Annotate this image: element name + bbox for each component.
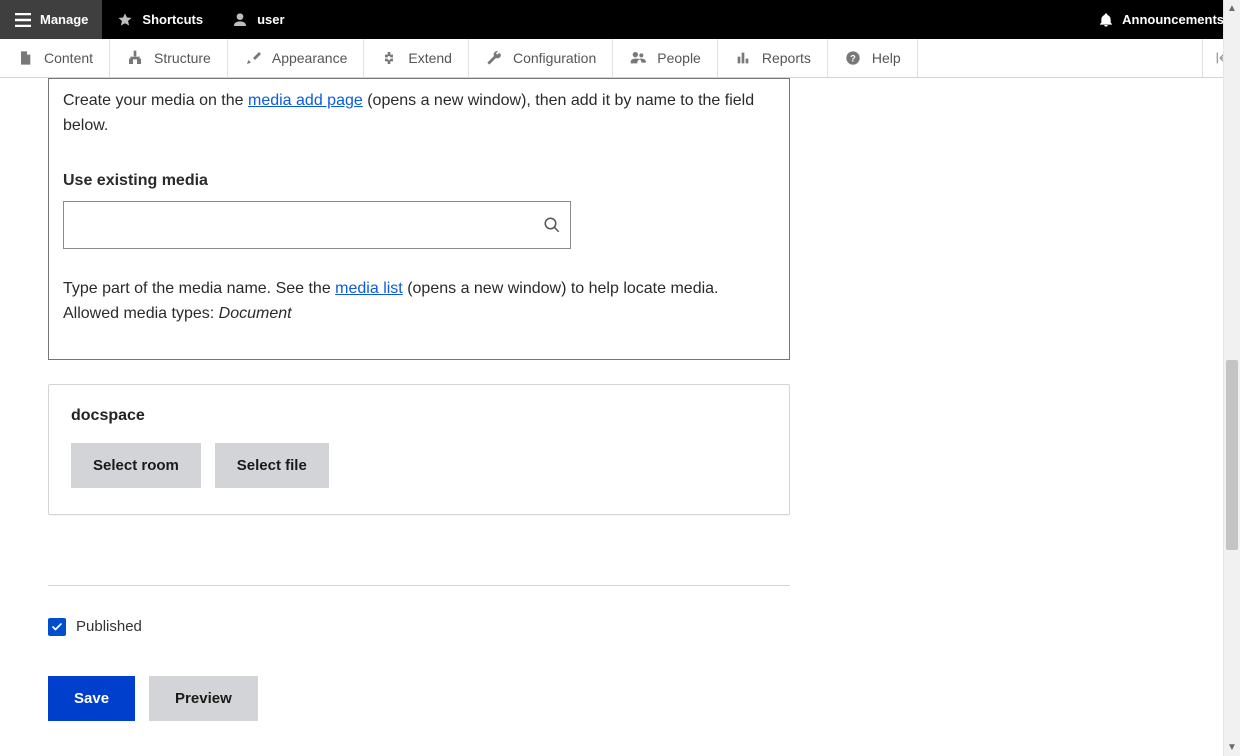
svg-text:?: ? [850,53,856,63]
section-divider [48,585,790,586]
media-search-input[interactable] [63,201,571,249]
user-icon [231,11,249,29]
bell-icon [1098,12,1114,28]
menu-people[interactable]: People [613,39,718,77]
menu-configuration-label: Configuration [513,50,596,66]
media-fieldset: Create your media on the media add page … [48,78,790,360]
reports-icon [734,49,752,67]
docspace-fieldset: docspace Select room Select file [48,384,790,515]
menu-extend-label: Extend [408,50,452,66]
window-scrollbar[interactable]: ▲ ▼ [1223,0,1240,756]
docspace-title: docspace [71,407,767,425]
media-allowed-prefix: Allowed media types: [63,305,219,322]
help-icon: ? [844,49,862,67]
menu-people-label: People [657,50,701,66]
shortcuts-tab[interactable]: Shortcuts [102,0,217,39]
menu-appearance[interactable]: Appearance [228,39,365,77]
media-help-prefix: Type part of the media name. See the [63,280,335,297]
save-button[interactable]: Save [48,676,135,721]
preview-button[interactable]: Preview [149,676,258,721]
menu-extend[interactable]: Extend [364,39,469,77]
wrench-icon [485,49,503,67]
use-existing-media-label: Use existing media [63,169,775,194]
media-intro-prefix: Create your media on the [63,92,248,109]
manage-label: Manage [40,12,88,27]
hamburger-icon [14,11,32,29]
media-help-suffix: (opens a new window) to help locate medi… [403,280,719,297]
menu-structure[interactable]: Structure [110,39,228,77]
action-row: Save Preview [48,676,790,721]
media-allowed-value: Document [219,305,292,322]
media-help: Type part of the media name. See the med… [63,277,775,327]
scrollbar-down-arrow[interactable]: ▼ [1224,739,1240,756]
scrollbar-thumb[interactable] [1226,360,1238,550]
check-icon [51,621,63,633]
menu-configuration[interactable]: Configuration [469,39,613,77]
user-tab[interactable]: user [217,0,298,39]
manage-tab[interactable]: Manage [0,0,102,39]
menu-appearance-label: Appearance [272,50,348,66]
scrollbar-up-arrow[interactable]: ▲ [1224,0,1240,17]
content-icon [16,49,34,67]
user-label: user [257,12,284,27]
extend-icon [380,49,398,67]
shortcuts-label: Shortcuts [142,12,203,27]
people-icon [629,49,647,67]
structure-icon [126,49,144,67]
media-search-wrap [63,201,571,249]
menu-reports-label: Reports [762,50,811,66]
star-icon [116,11,134,29]
menu-help-label: Help [872,50,901,66]
menu-reports[interactable]: Reports [718,39,828,77]
content-area: Create your media on the media add page … [0,78,1223,756]
admin-menu: Content Structure Appearance Extend Conf… [0,39,1240,78]
select-room-button[interactable]: Select room [71,443,201,488]
menu-help[interactable]: ? Help [828,39,918,77]
announcements-tab[interactable]: Announcements [1082,0,1240,39]
admin-toolbar: Manage Shortcuts user Announcements [0,0,1240,39]
menu-content-label: Content [44,50,93,66]
published-checkbox[interactable] [48,618,66,636]
select-file-button[interactable]: Select file [215,443,329,488]
published-row: Published [48,618,790,636]
menu-structure-label: Structure [154,50,211,66]
appearance-icon [244,49,262,67]
media-list-link[interactable]: media list [335,280,403,297]
menu-content[interactable]: Content [0,39,110,77]
media-intro: Create your media on the media add page … [63,89,775,139]
published-label: Published [76,618,142,635]
media-add-page-link[interactable]: media add page [248,92,363,109]
announcements-label: Announcements [1122,12,1224,27]
